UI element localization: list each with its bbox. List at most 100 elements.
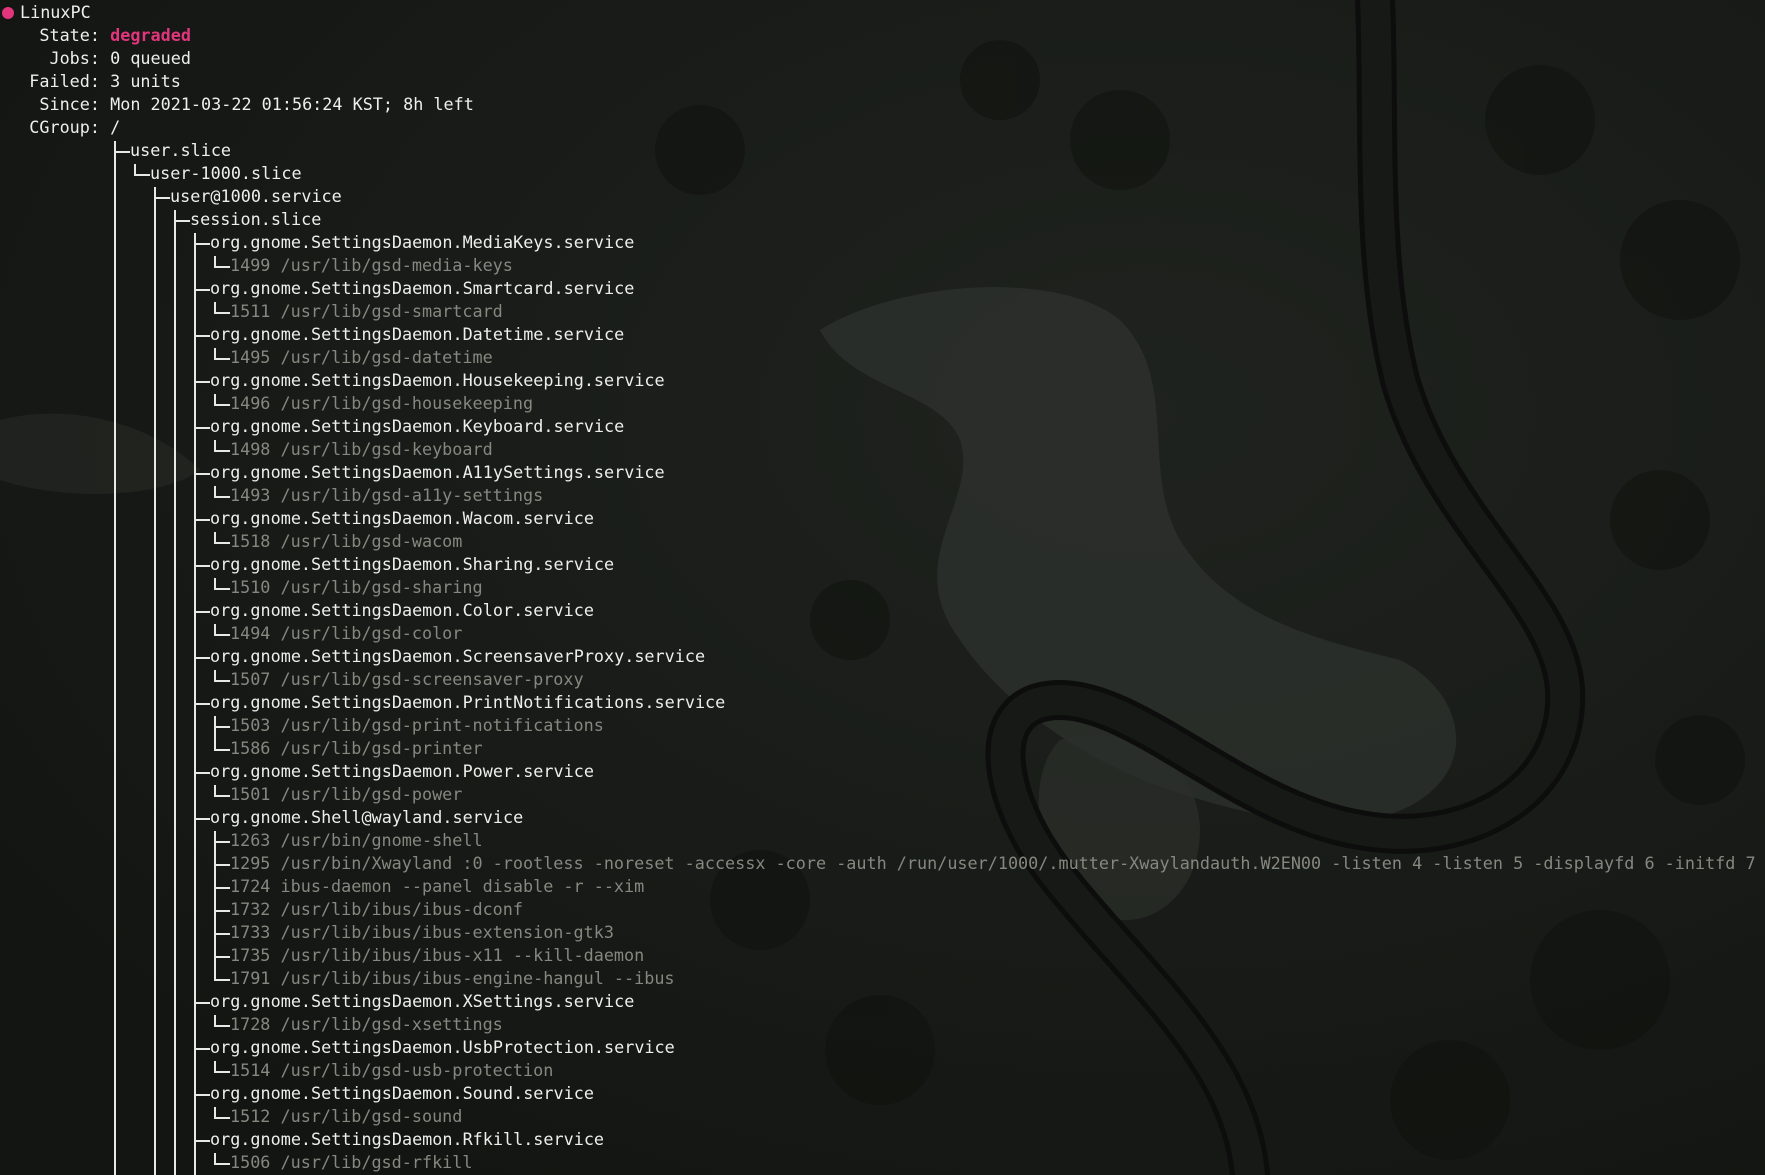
service-name: org.gnome.SettingsDaemon.Datetime.servic… [210,324,625,344]
process-entry: 1263 /usr/bin/gnome-shell [230,830,483,850]
tree-branch-tick [194,703,210,705]
tree-branch-line [214,624,216,634]
tree-branch-tick [214,933,230,935]
since-row: Since: Mon 2021-03-22 01:56:24 KST; 8h l… [0,93,473,116]
tree-branch-tick [194,657,210,659]
jobs-row: Jobs: 0 queued [0,47,191,70]
tree-branch-line [214,348,216,358]
tree-branch-tick [134,174,150,176]
tree-branch-tick [214,358,230,360]
service-name: org.gnome.SettingsDaemon.Power.service [210,761,594,781]
service-name: org.gnome.SettingsDaemon.Sharing.service [210,554,615,574]
service-name: org.gnome.SettingsDaemon.XSettings.servi… [210,991,635,1011]
service-name: org.gnome.SettingsDaemon.ScreensaverProx… [210,646,706,666]
state-row: State: degraded [0,24,191,47]
tree-branch-line [214,1015,216,1025]
tree-branch-line [154,187,156,1175]
process-entry: 1724 ibus-daemon --panel disable -r --xi… [230,876,645,896]
process-entry: 1494 /usr/lib/gsd-color [230,623,463,643]
tree-branch-line [114,141,116,1175]
tree-branch-tick [194,335,210,337]
user-1000-slice-node: user-1000.slice [150,163,302,183]
cgroup-value: / [110,117,121,137]
tree-branch-tick [214,979,230,981]
failed-value: 3 units [110,71,181,91]
tree-branch-tick [194,519,210,521]
tree-branch-line [174,210,176,1175]
service-name: org.gnome.SettingsDaemon.PrintNotificati… [210,692,726,712]
process-entry: 1791 /usr/lib/ibus/ibus-engine-hangul --… [230,968,675,988]
process-entry: 1496 /usr/lib/gsd-housekeeping [230,393,534,413]
service-name: org.gnome.SettingsDaemon.UsbProtection.s… [210,1037,675,1057]
tree-branch-tick [214,795,230,797]
service-name: org.gnome.Shell@wayland.service [210,807,524,827]
process-entry: 1503 /usr/lib/gsd-print-notifications [230,715,604,735]
process-entry: 1514 /usr/lib/gsd-usb-protection [230,1060,554,1080]
process-entry: 1295 /usr/bin/Xwayland :0 -rootless -nor… [230,853,1756,873]
tree-branch-tick [214,864,230,866]
tree-branch-tick [194,381,210,383]
tree-branch-line [214,1061,216,1071]
tree-branch-line [214,578,216,588]
process-entry: 1501 /usr/lib/gsd-power [230,784,463,804]
tree-branch-tick [214,634,230,636]
tree-branch-line [214,486,216,496]
process-entry: 1586 /usr/lib/gsd-printer [230,738,483,758]
tree-branch-tick [194,611,210,613]
service-name: org.gnome.SettingsDaemon.Wacom.service [210,508,594,528]
hostname: LinuxPC [20,2,91,22]
tree-branch-tick [214,956,230,958]
process-entry: 1493 /usr/lib/gsd-a11y-settings [230,485,544,505]
service-name: org.gnome.SettingsDaemon.Keyboard.servic… [210,416,625,436]
terminal-output: LinuxPC State: degraded Jobs: 0 queued F… [0,0,1765,1175]
tree-branch-tick [194,427,210,429]
tree-branch-tick [214,910,230,912]
tree-branch-tick [194,243,210,245]
tree-branch-tick [214,1071,230,1073]
tree-branch-line [214,785,216,795]
tree-branch-tick [214,841,230,843]
state-value: degraded [110,25,191,45]
process-entry: 1735 /usr/lib/ibus/ibus-x11 --kill-daemo… [230,945,645,965]
process-entry: 1506 /usr/lib/gsd-rfkill [230,1152,473,1172]
tree-branch-tick [194,1048,210,1050]
cgroup-row: CGroup: / [0,116,120,139]
tree-branch-tick [194,1002,210,1004]
tree-branch-tick [194,1140,210,1142]
jobs-value: 0 queued [110,48,191,68]
tree-branch-tick [214,542,230,544]
service-name: org.gnome.SettingsDaemon.Housekeeping.se… [210,370,665,390]
tree-branch-line [214,394,216,404]
tree-branch-tick [214,404,230,406]
tree-branch-tick [214,1117,230,1119]
tree-branch-line [214,716,216,749]
user-service-node: user@1000.service [170,186,342,206]
service-name: org.gnome.SettingsDaemon.A11ySettings.se… [210,462,665,482]
tree-branch-tick [214,588,230,590]
tree-branch-line [214,1153,216,1163]
process-entry: 1733 /usr/lib/ibus/ibus-extension-gtk3 [230,922,614,942]
process-entry: 1728 /usr/lib/gsd-xsettings [230,1014,503,1034]
tree-branch-tick [214,680,230,682]
tree-branch-tick [194,818,210,820]
session-slice-node: session.slice [190,209,322,229]
tree-branch-tick [214,312,230,314]
tree-branch-tick [194,772,210,774]
tree-branch-tick [194,289,210,291]
tree-branch-line [214,532,216,542]
tree-branch-tick [114,151,130,153]
process-entry: 1518 /usr/lib/gsd-wacom [230,531,463,551]
failed-row: Failed: 3 units [0,70,181,93]
process-entry: 1498 /usr/lib/gsd-keyboard [230,439,493,459]
jobs-label: Jobs: [49,48,100,68]
state-label: State: [39,25,100,45]
process-entry: 1499 /usr/lib/gsd-media-keys [230,255,513,275]
process-entry: 1732 /usr/lib/ibus/ibus-dconf [230,899,523,919]
tree-branch-tick [214,726,230,728]
tree-branch-tick [214,1025,230,1027]
cgroup-label: CGroup: [29,117,100,137]
process-entry: 1511 /usr/lib/gsd-smartcard [230,301,503,321]
tree-branch-tick [174,220,190,222]
tree-corner [134,164,136,174]
tree-branch-tick [214,887,230,889]
